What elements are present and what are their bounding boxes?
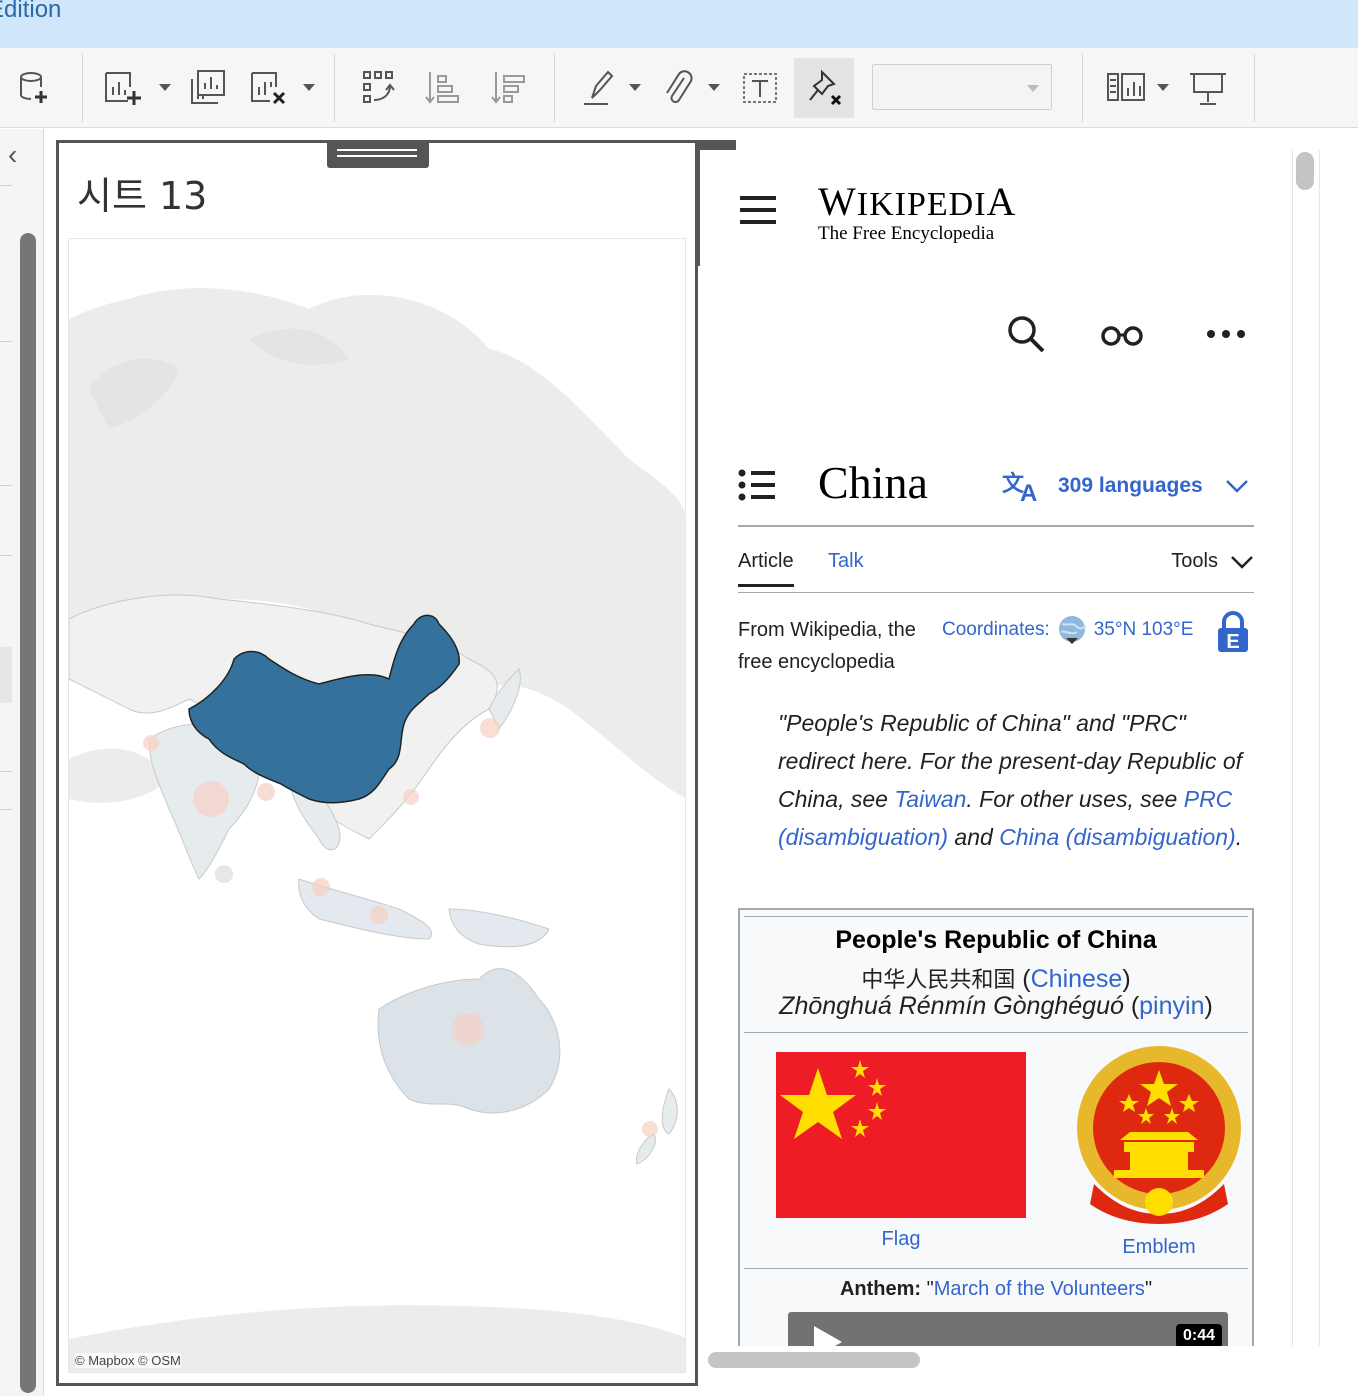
globe-icon[interactable] [1056,614,1088,646]
tabs-divider [738,592,1254,593]
link-china-disambiguation[interactable]: China (disambiguation) [999,824,1236,850]
infobox-name: People's Republic of China [835,926,1157,954]
hatnote-text-3: and [948,824,1000,850]
tools-label: Tools [1171,550,1218,572]
swap-rows-columns-icon[interactable] [356,66,400,110]
table-of-contents-icon[interactable] [738,468,778,502]
link-pinyin[interactable]: pinyin [1139,992,1204,1020]
sheet-title: 시트 13 [77,174,208,218]
highlight-icon[interactable] [578,66,622,110]
sheet-panel: 시트 13 © Mapbox © OSM [56,140,698,1386]
clear-sheet-icon[interactable] [246,66,290,110]
sort-descending-icon[interactable] [486,66,530,110]
flag-caption[interactable]: Flag [776,1228,1026,1251]
main-menu-icon[interactable] [738,196,778,226]
svg-text:E: E [1226,631,1239,653]
emblem-image[interactable] [1074,1044,1244,1228]
clear-sheet-caret[interactable] [303,84,315,91]
collapse-panel-icon[interactable]: ‹ [8,139,17,171]
search-icon[interactable] [1002,310,1050,358]
window-titlebar: Edition [0,0,1358,48]
hatnote-text-2: . For other uses, see [966,786,1184,812]
drag-handle[interactable] [327,142,429,168]
text-label-icon[interactable] [738,66,782,110]
hatnote-text-4: . [1235,824,1243,850]
unpin-icon[interactable] [794,58,854,118]
dropdown-caret-icon [1027,85,1039,92]
presentation-view-icon[interactable] [1186,66,1230,110]
infobox-anthem: Anthem: "March of the Volunteers" [839,1278,1153,1300]
chevron-down-icon [1225,480,1248,493]
logo-tagline: The Free Encyclopedia [818,223,995,244]
link-taiwan[interactable]: Taiwan [894,786,966,812]
hatnote: "People's Republic of China" and "PRC" r… [778,704,1248,856]
map-view[interactable]: © Mapbox © OSM [68,238,686,1373]
language-count: 309 languages [1058,474,1203,497]
app-title: Edition [0,0,62,23]
new-worksheet-caret[interactable] [159,84,171,91]
tab-article[interactable]: Article [738,550,794,587]
wikipedia-web-object: WIKIPEDIA The Free Encyclopedia China 文A… [700,150,1320,1346]
mark-label-dropdown[interactable] [872,64,1052,110]
left-rail: ‹ [0,129,44,1396]
tab-talk[interactable]: Talk [828,550,864,573]
translate-icon: 文A [1002,471,1037,503]
svg-text:A: A [1020,480,1037,503]
from-wikipedia-line: From Wikipedia, the free encyclopedia [738,619,916,673]
native-name-text: 中华人民共和国 [861,968,1016,993]
highlight-caret[interactable] [629,84,641,91]
page-tabs: Article Talk Tools [738,550,1254,594]
attachment-icon[interactable] [656,66,700,110]
left-rail-scrollbar[interactable] [20,233,36,1393]
infobox-pinyin: Zhōnghuá Rénmín Gònghéguó (pinyin) [779,992,1213,1020]
flag-image[interactable] [776,1052,1026,1218]
infobox: People's Republic of China 中华人民共和国 (Chin… [738,908,1254,1346]
protection-lock-icon[interactable]: E [1216,610,1250,659]
infobox-native-name: 中华人民共和国 (Chinese) [861,965,1131,993]
attachment-caret[interactable] [708,84,720,91]
chevron-down-icon [1231,555,1253,569]
map-canvas [69,288,685,1372]
coordinates-label[interactable]: Coordinates [942,614,1044,646]
wikipedia-logo[interactable]: WIKIPEDIA The Free Encyclopedia [818,178,1016,245]
reading-glasses-icon[interactable] [1098,310,1146,358]
map-attribution: © Mapbox © OSM [75,1353,181,1368]
title-divider [738,525,1254,527]
link-chinese[interactable]: Chinese [1031,965,1123,993]
article-title: China [818,457,928,508]
link-anthem[interactable]: March of the Volunteers [934,1278,1145,1300]
tools-menu[interactable]: Tools [1171,550,1254,573]
play-icon[interactable] [810,1322,850,1346]
new-data-source-icon[interactable] [12,66,56,110]
sort-ascending-icon[interactable] [420,66,464,110]
audio-duration: 0:44 [1175,1324,1222,1346]
coordinates-value[interactable]: 35°N 103°E [1094,614,1194,646]
anthem-label: Anthem: [839,1278,922,1300]
audio-player[interactable]: 0:44 [788,1312,1228,1346]
wiki-scroll-track [1292,150,1293,1346]
wiki-vertical-scrollbar[interactable] [1296,152,1314,190]
show-cards-caret[interactable] [1157,84,1169,91]
toolbar [0,48,1358,128]
new-worksheet-icon[interactable] [100,66,144,110]
emblem-caption[interactable]: Emblem [1074,1236,1244,1259]
duplicate-sheet-icon[interactable] [186,66,230,110]
language-button[interactable]: 文A 309 languages [1002,468,1249,504]
wiki-horizontal-scrollbar[interactable] [708,1352,920,1368]
coordinates: Coordinates: 35°N 103°E [942,614,1193,646]
logo-wordmark: WIKIPEDIA [818,179,1017,224]
pinyin-name-text: Zhōnghuá Rénmín Gònghéguó [779,992,1124,1020]
show-cards-icon[interactable] [1104,66,1148,110]
more-menu-icon[interactable] [1202,310,1250,358]
